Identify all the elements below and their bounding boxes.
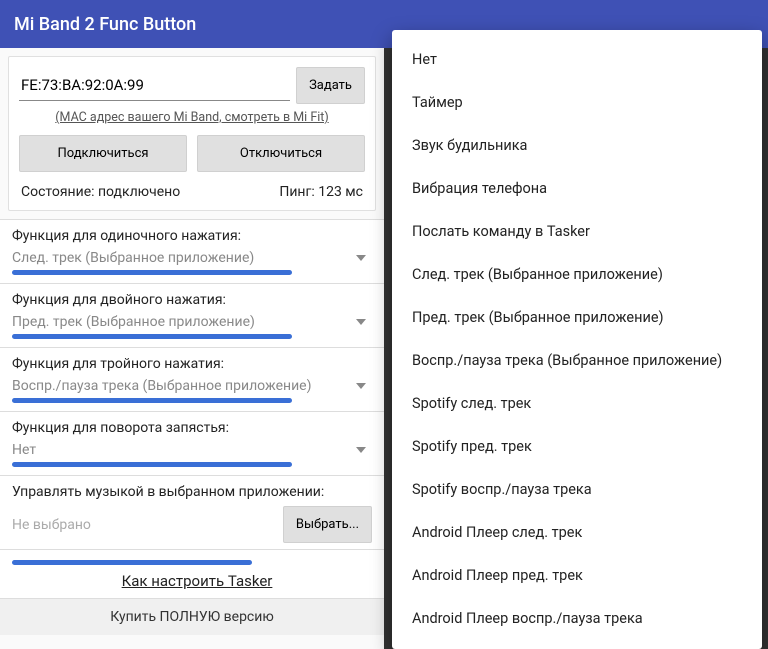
func-double: Функция для двойного нажатия: Пред. трек…: [0, 283, 384, 347]
ping-text: Пинг: 123 мс: [279, 184, 363, 200]
option-item[interactable]: Нет: [392, 38, 762, 81]
main-content: Задать (MAC адрес вашего Mi Band, смотре…: [0, 48, 384, 649]
func-wrist: Функция для поворота запястья: Нет: [0, 411, 384, 475]
func-wrist-label: Функция для поворота запястья:: [12, 420, 372, 436]
func-single-label: Функция для одиночного нажатия:: [12, 228, 372, 244]
chevron-down-icon: [356, 319, 366, 325]
option-item[interactable]: Пред. трек (Выбранное приложение): [392, 296, 762, 339]
connection-card: Задать (MAC адрес вашего Mi Band, смотре…: [8, 56, 376, 211]
option-item[interactable]: След. трек (Выбранное приложение): [392, 253, 762, 296]
music-section: Управлять музыкой в выбранном приложении…: [0, 475, 384, 549]
divider: [12, 462, 292, 467]
divider: [12, 398, 292, 403]
option-item[interactable]: Spotify след. трек: [392, 382, 762, 425]
func-triple-spinner[interactable]: Воспр./пауза трека (Выбранное приложение…: [12, 374, 372, 394]
option-item[interactable]: Звук будильника: [392, 124, 762, 167]
option-item[interactable]: Вибрация телефона: [392, 167, 762, 210]
func-single: Функция для одиночного нажатия: След. тр…: [0, 219, 384, 283]
func-single-spinner[interactable]: След. трек (Выбранное приложение): [12, 246, 372, 266]
option-item[interactable]: Android Плеер след. трек: [392, 511, 762, 554]
divider: [12, 270, 292, 275]
option-item[interactable]: Android Плеер пред. трек: [392, 554, 762, 597]
set-mac-button[interactable]: Задать: [296, 67, 365, 104]
func-triple-label: Функция для тройного нажатия:: [12, 356, 372, 372]
tasker-section: Как настроить Tasker: [0, 549, 384, 598]
mac-input[interactable]: [19, 70, 290, 101]
chevron-down-icon: [356, 447, 366, 453]
option-item[interactable]: Android Плеер воспр./пауза трека: [392, 597, 762, 640]
disconnect-button[interactable]: Отключиться: [197, 135, 365, 172]
divider: [12, 560, 252, 565]
chevron-down-icon: [356, 255, 366, 261]
options-dialog: НетТаймерЗвук будильникаВибрация телефон…: [392, 30, 762, 649]
option-item[interactable]: Таймер: [392, 81, 762, 124]
func-wrist-spinner[interactable]: Нет: [12, 438, 372, 458]
func-double-spinner[interactable]: Пред. трек (Выбранное приложение): [12, 310, 372, 330]
music-label: Управлять музыкой в выбранном приложении…: [12, 484, 372, 500]
connect-button[interactable]: Подключиться: [19, 135, 187, 172]
func-triple-value: Воспр./пауза трека (Выбранное приложение…: [12, 378, 356, 394]
tasker-link[interactable]: Как настроить Tasker: [122, 572, 273, 590]
music-value: Не выбрано: [12, 517, 91, 533]
app-title: Mi Band 2 Func Button: [14, 14, 196, 35]
func-triple: Функция для тройного нажатия: Воспр./пау…: [0, 347, 384, 411]
option-item[interactable]: Послать команду в Tasker: [392, 210, 762, 253]
app-bar: Mi Band 2 Func Button: [0, 0, 384, 48]
chevron-down-icon: [356, 383, 366, 389]
option-item[interactable]: Spotify воспр./пауза трека: [392, 468, 762, 511]
func-double-value: Пред. трек (Выбранное приложение): [12, 314, 356, 330]
option-item[interactable]: Воспр./пауза трека (Выбранное приложение…: [392, 339, 762, 382]
screen-main: Mi Band 2 Func Button Задать (MAC адрес …: [0, 0, 384, 649]
choose-app-button[interactable]: Выбрать...: [283, 506, 372, 543]
func-single-value: След. трек (Выбранное приложение): [12, 250, 356, 266]
buy-full-button[interactable]: Купить ПОЛНУЮ версию: [0, 598, 384, 635]
mac-hint: (MAC адрес вашего Mi Band, смотреть в Mi…: [19, 110, 365, 125]
screen-options: НетТаймерЗвук будильникаВибрация телефон…: [384, 0, 768, 649]
func-double-label: Функция для двойного нажатия:: [12, 292, 372, 308]
divider: [12, 334, 292, 339]
status-text: Состояние: подключено: [21, 184, 180, 200]
option-item[interactable]: Spotify пред. трек: [392, 425, 762, 468]
func-wrist-value: Нет: [12, 442, 356, 458]
